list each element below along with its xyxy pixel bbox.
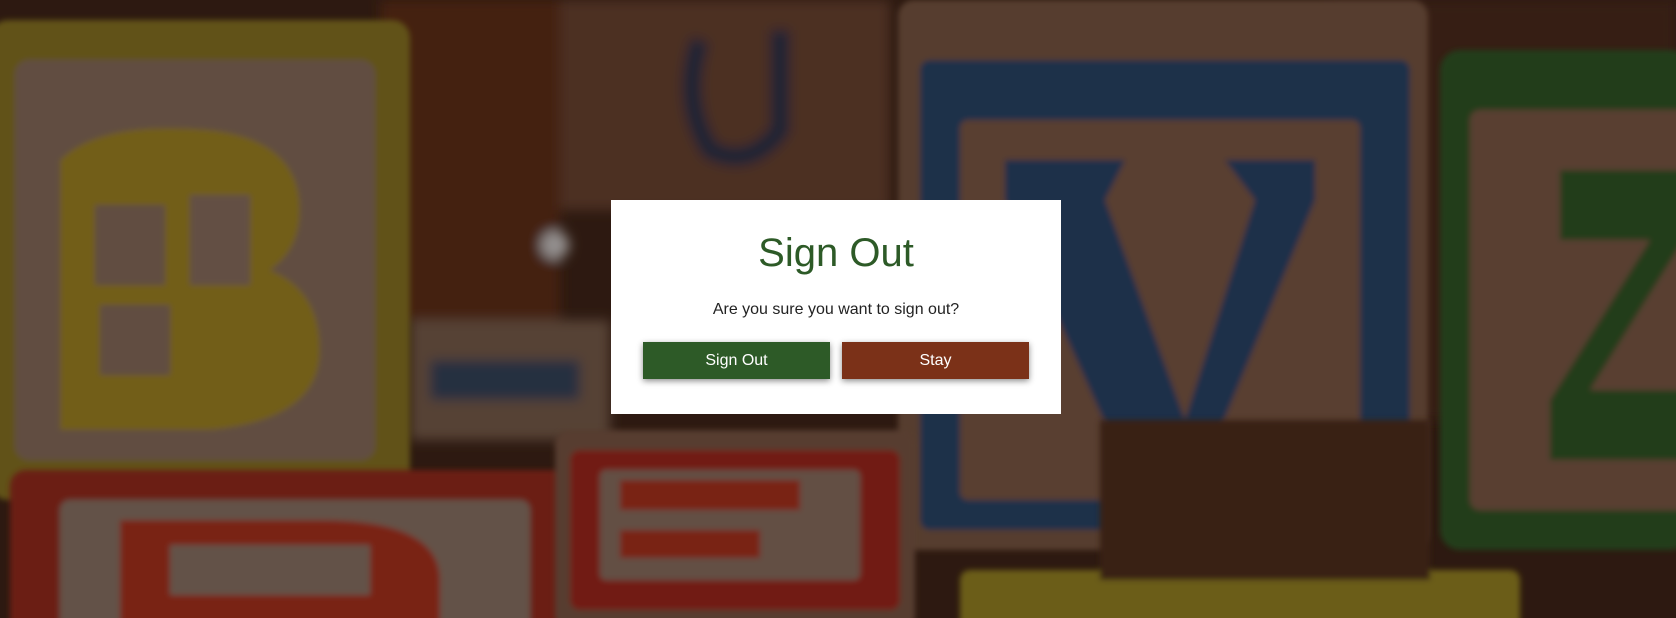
- page: Sign Out Are you sure you want to sign o…: [0, 0, 1676, 618]
- dialog-title: Sign Out: [758, 231, 914, 275]
- sign-out-button[interactable]: Sign Out: [643, 342, 830, 379]
- stay-button[interactable]: Stay: [842, 342, 1029, 379]
- sign-out-dialog: Sign Out Are you sure you want to sign o…: [611, 200, 1061, 414]
- dialog-actions: Sign Out Stay: [643, 342, 1029, 379]
- dialog-message: Are you sure you want to sign out?: [712, 301, 960, 318]
